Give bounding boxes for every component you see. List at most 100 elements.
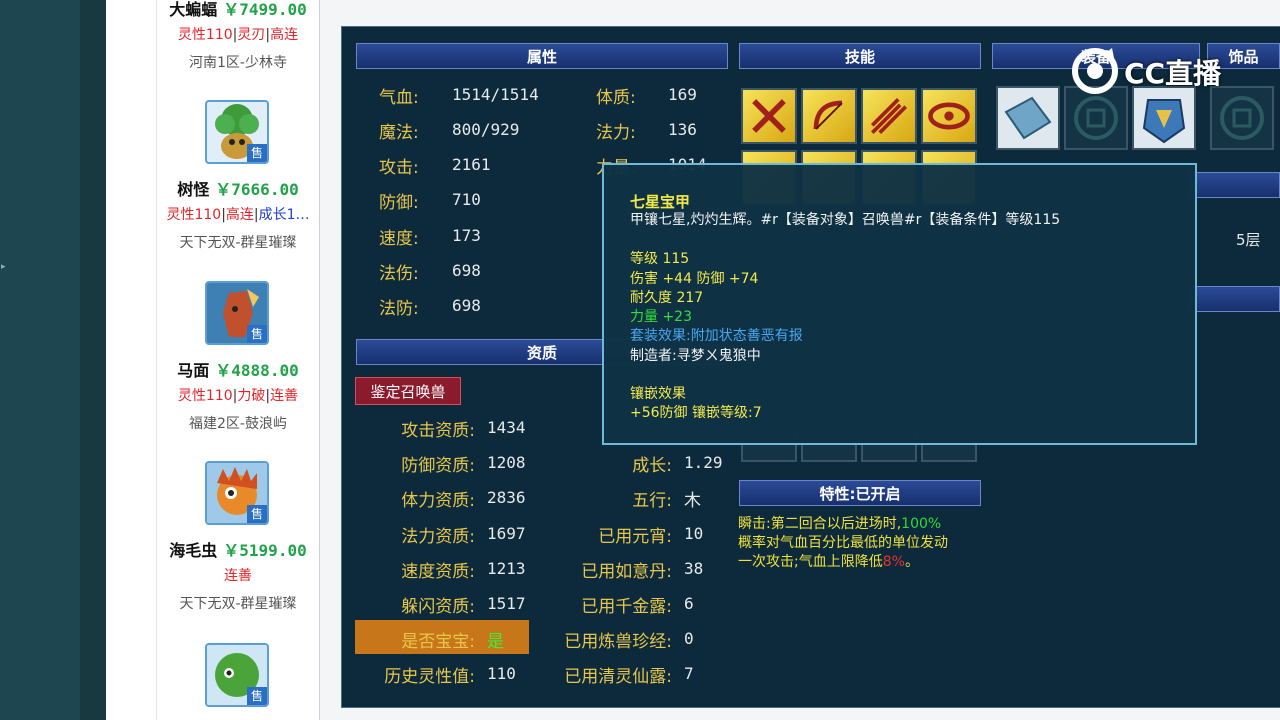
bow-icon: [813, 100, 843, 130]
attr-label: 气血:: [379, 88, 419, 108]
aptitude-value: 10: [684, 524, 704, 543]
pet-server: 天下无双-群星璀璨: [179, 596, 297, 612]
aptitude-label: 成长:: [632, 456, 672, 476]
triple-spears-icon: [870, 97, 908, 135]
aptitude-value: 1517: [487, 594, 526, 613]
skill-slot[interactable]: [861, 88, 917, 144]
right-section-header: [1190, 172, 1280, 198]
pet-thumbnail[interactable]: 售: [205, 461, 269, 525]
pet-server: 河南1区-少林寺: [189, 55, 287, 71]
skill-slot[interactable]: [741, 88, 797, 144]
attr-label: 魔法:: [379, 123, 419, 143]
sell-tag: 售: [247, 144, 267, 162]
attr-value: 698: [452, 296, 481, 315]
scroll-armor-icon: [1004, 96, 1052, 140]
aptitude-value: 7: [684, 664, 694, 683]
tooltip-strength: 力量 +23: [630, 309, 692, 325]
aptitude-value: 0: [684, 629, 694, 648]
pet-name[interactable]: 海毛虫 ￥5199.00: [157, 537, 319, 561]
attr-value: 2161: [452, 155, 491, 174]
pet-name[interactable]: 马面 ￥4888.00: [157, 357, 319, 381]
aptitude-label: 速度资质:: [401, 562, 475, 582]
identify-pet-button[interactable]: 鉴定召唤兽: [355, 377, 461, 405]
pet-tags: 灵性110|灵刃|高连: [177, 27, 299, 43]
tooltip-durability: 耐久度 217: [630, 290, 704, 306]
pet-tags: 灵性110|高连|成长1…: [166, 207, 310, 223]
aptitude-label: 防御资质:: [401, 456, 475, 476]
attr-value: 1514/1514: [452, 85, 539, 104]
eye-icon: [928, 102, 970, 130]
aptitude-value: 2836: [487, 488, 526, 507]
aptitude-label: 已用清灵仙露:: [564, 667, 672, 687]
skill-slot[interactable]: [921, 88, 977, 144]
aptitude-label: 已用元宵:: [598, 527, 672, 547]
tooltip-level: 等级 115: [630, 251, 690, 267]
tooltip-description: 甲镶七星,灼灼生辉。#r【装备对象】召唤兽#r【装备条件】等级115: [630, 212, 1061, 228]
pet-name[interactable]: 大蝙蝠 ￥7499.00: [157, 0, 319, 20]
collapse-arrow-icon[interactable]: ▸: [1, 262, 6, 272]
attr-label: 防御:: [379, 193, 419, 213]
pet-server: 天下无双-群星璀璨: [179, 235, 297, 251]
aptitude-value: 1213: [487, 559, 526, 578]
attr-label: 法伤:: [379, 264, 419, 284]
aptitude-label: 攻击资质:: [401, 421, 475, 441]
pet-tags: 灵性110|力破|连善: [177, 388, 299, 404]
trait-description: 瞬击:第二回合以后进场时,100% 概率对气血百分比最低的单位发动 一次攻击;气…: [738, 516, 948, 570]
pet-thumbnail[interactable]: 售: [205, 100, 269, 164]
page-background: [320, 0, 1280, 26]
list-gutter: [106, 0, 157, 720]
attr-value: 710: [452, 190, 481, 209]
attr-label: 体质:: [596, 88, 636, 108]
pet-tags: 连善: [224, 568, 252, 584]
pet-thumbnail[interactable]: 售: [205, 281, 269, 345]
aptitude-label: 已用炼兽珍经:: [564, 632, 672, 652]
tooltip-stats: 伤害 +44 防御 +74: [630, 271, 759, 287]
sell-tag: 售: [247, 325, 267, 343]
aptitude-value: 1434: [487, 418, 526, 437]
left-sidebar-inner-strip: [80, 0, 106, 720]
tooltip-set-effect: 套装效果:附加状态善恶有报: [630, 328, 803, 344]
pet-server: 福建2区-鼓浪屿: [189, 416, 287, 432]
watermark-text: CC直播: [1124, 57, 1222, 90]
attr-label: 速度:: [379, 229, 419, 249]
attr-label: 法力:: [596, 123, 636, 143]
pet-name[interactable]: 树怪 ￥7666.00: [157, 176, 319, 200]
pet-listing-column[interactable]: 大蝙蝠 ￥7499.00 灵性110|灵刃|高连 河南1区-少林寺 售 树怪 ￥76…: [157, 0, 320, 720]
aptitude-value: 6: [684, 594, 694, 613]
tooltip-inlay-title: 镶嵌效果: [630, 386, 686, 402]
aptitude-label: 已用千金露:: [581, 597, 672, 617]
item-tooltip: 七星宝甲 甲镶七星,灼灼生辉。#r【装备对象】召唤兽#r【装备条件】等级115 …: [602, 163, 1197, 445]
aptitude-label: 五行:: [632, 491, 672, 511]
aptitude-label: 躲闪资质:: [401, 597, 475, 617]
aptitude-label: 法力资质:: [401, 527, 475, 547]
crossed-blades-icon: [752, 99, 786, 133]
attr-label: 攻击:: [379, 158, 419, 178]
tooltip-inlay: +56防御 镶嵌等级:7: [630, 405, 762, 421]
tooltip-maker: 制造者:寻梦ㄨ鬼狼中: [630, 348, 761, 364]
attr-value: 698: [452, 261, 481, 280]
attr-value: 136: [668, 120, 697, 139]
aptitude-value: 1697: [487, 524, 526, 543]
aptitude-label: 体力资质:: [401, 491, 475, 511]
pet-thumbnail[interactable]: 售: [205, 643, 269, 707]
aptitude-value: 是: [487, 632, 504, 652]
sell-tag: 售: [247, 505, 267, 523]
skills-header: 技能: [739, 43, 981, 69]
aptitude-label: 是否宝宝:: [401, 632, 475, 652]
attr-label: 法防:: [379, 299, 419, 319]
aptitude-value: 1208: [487, 453, 526, 472]
skill-slot[interactable]: [801, 88, 857, 144]
equipment-slot[interactable]: [996, 86, 1060, 150]
left-sidebar-strip: [0, 0, 80, 720]
cc-logo-icon: [1072, 48, 1118, 94]
aptitude-value: 1.29: [684, 453, 723, 472]
right-section-header-2: [1190, 286, 1280, 312]
aptitude-value: 木: [684, 491, 701, 511]
layer-count: 5层: [1236, 231, 1261, 249]
aptitude-label: 已用如意丹:: [581, 562, 672, 582]
aptitude-label: 历史灵性值:: [384, 667, 475, 687]
sell-tag: 售: [247, 687, 267, 705]
attributes-header: 属性: [356, 43, 728, 69]
aptitude-value: 38: [684, 559, 704, 578]
attr-value: 800/929: [452, 120, 520, 139]
